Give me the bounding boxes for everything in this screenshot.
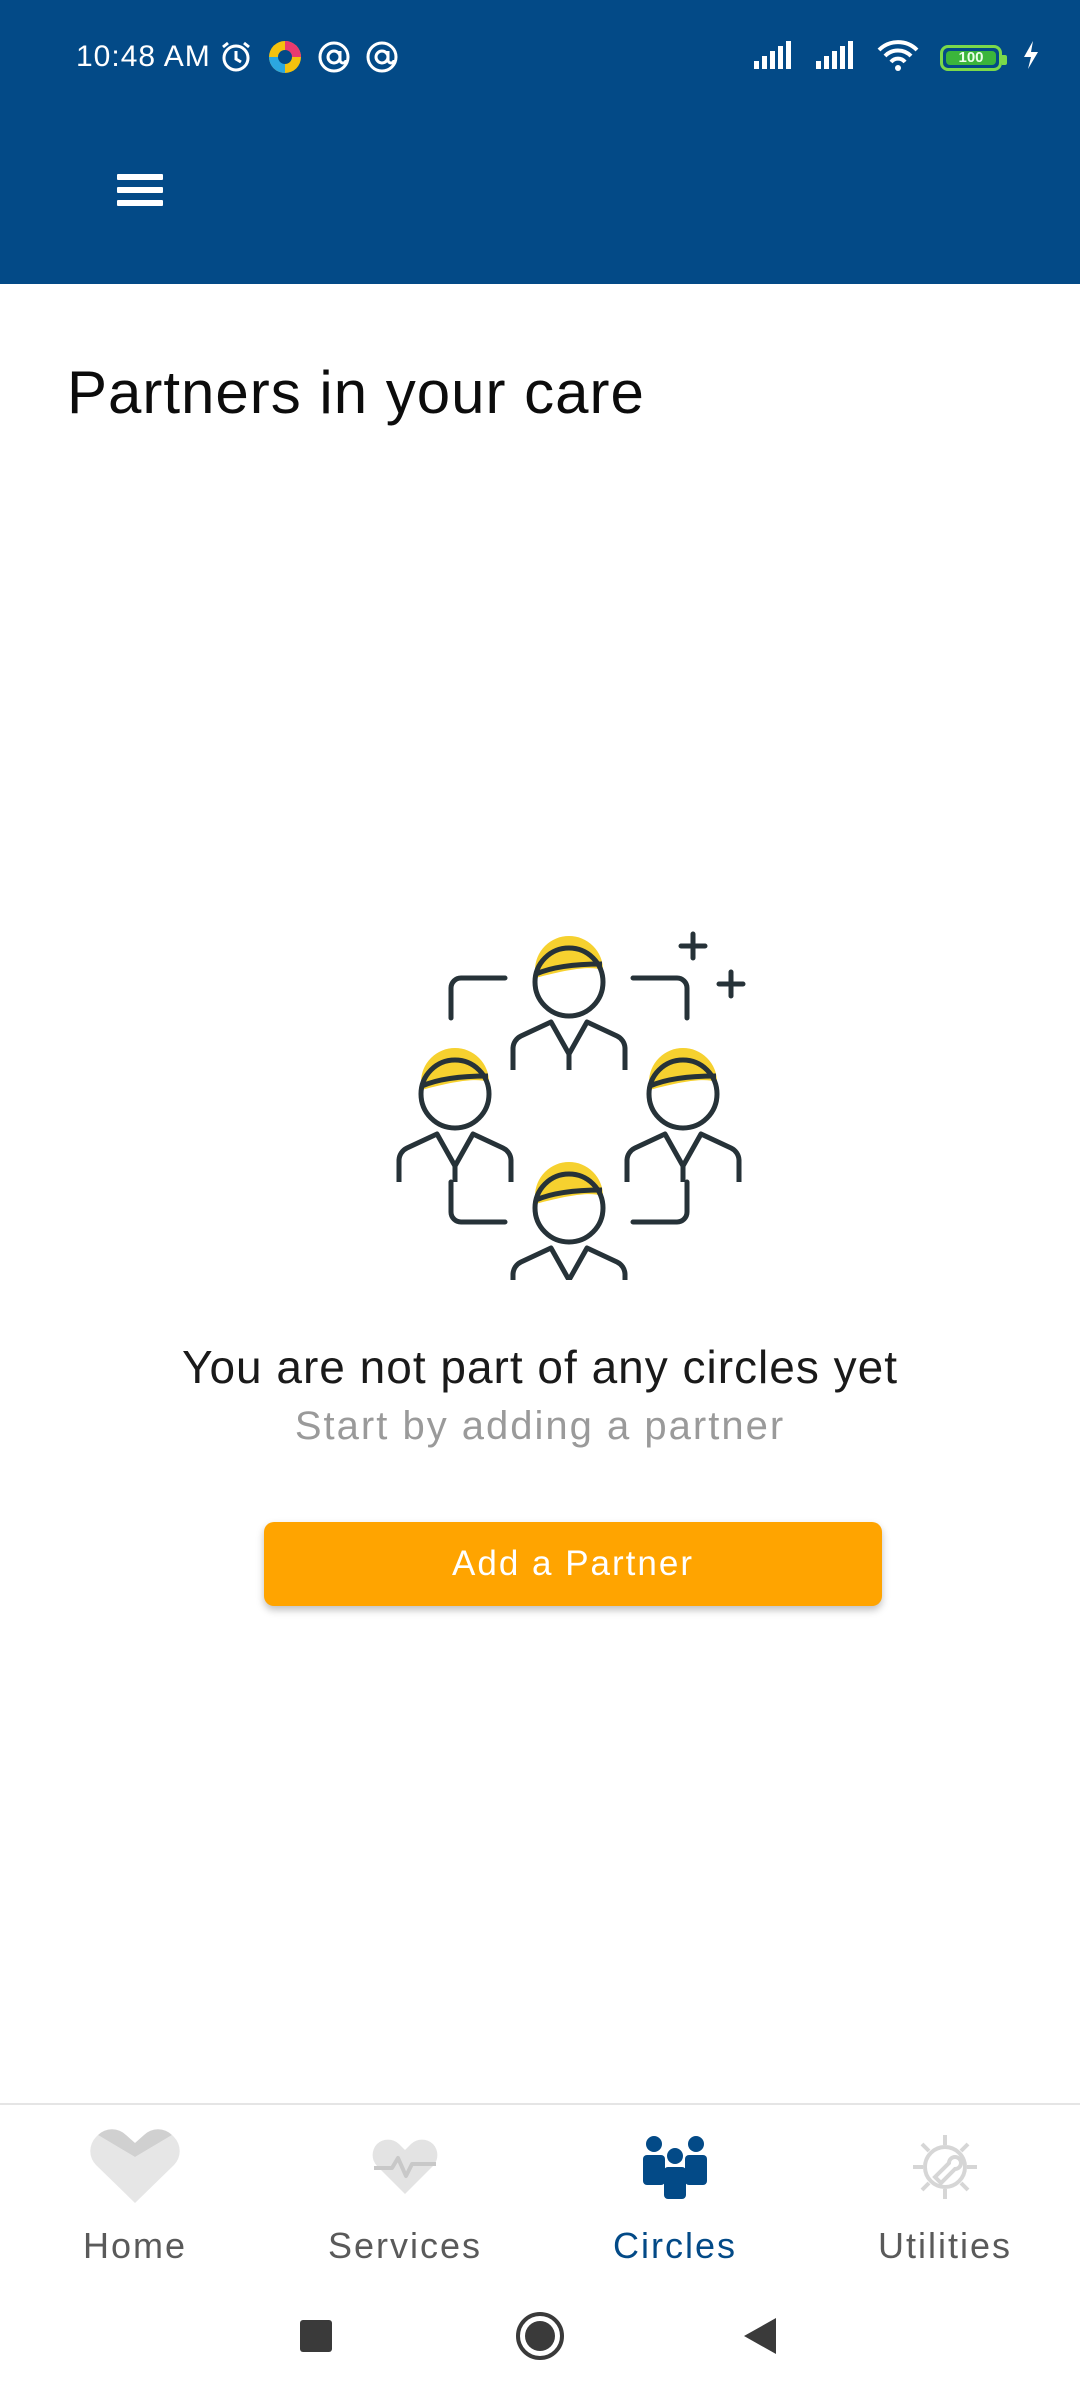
nav-item-circles[interactable]: Circles — [540, 2105, 810, 2270]
wifi-icon — [876, 38, 920, 77]
system-navigation-bar — [0, 2268, 1080, 2400]
charging-icon — [1022, 40, 1040, 75]
signal-icon — [814, 39, 856, 76]
status-system-icons: 100 — [752, 38, 1040, 77]
nav-label-home: Home — [82, 2225, 188, 2266]
nav-item-home[interactable]: Home — [0, 2105, 270, 2270]
empty-state-title: You are not part of any circles yet — [181, 1341, 898, 1393]
people-circle-illustration — [395, 920, 755, 1283]
empty-state-subtitle: Start by adding a partner — [294, 1404, 786, 1448]
alarm-icon — [218, 39, 254, 80]
nav-label-services: Services — [327, 2225, 483, 2266]
at-icon — [316, 39, 352, 80]
home-heart-icon — [90, 2127, 180, 2207]
add-partner-button[interactable]: Add a Partner — [264, 1522, 882, 1606]
app-bar: 10:48 AM 100 — [0, 0, 1080, 284]
app-circle-icon — [266, 38, 304, 81]
nav-item-services[interactable]: Services — [270, 2105, 540, 2270]
home-icon[interactable] — [510, 2306, 570, 2366]
battery-icon: 100 — [940, 44, 1007, 71]
page-title: Partners in your care — [67, 359, 645, 426]
at-icon — [364, 39, 400, 80]
status-notification-icons — [218, 38, 400, 81]
bottom-navigation: Home Services Circles Utilities — [0, 2103, 1080, 2270]
heartbeat-icon — [360, 2127, 450, 2207]
signal-icon — [752, 39, 794, 76]
back-icon[interactable] — [730, 2306, 790, 2366]
group-icon — [630, 2127, 720, 2207]
recents-icon[interactable] — [286, 2306, 346, 2366]
gear-wrench-icon — [900, 2127, 990, 2207]
status-bar: 10:48 AM 100 — [0, 0, 1080, 120]
hamburger-menu-icon[interactable] — [100, 150, 180, 230]
nav-label-utilities: Utilities — [877, 2225, 1012, 2266]
nav-item-utilities[interactable]: Utilities — [810, 2105, 1080, 2270]
battery-level: 100 — [958, 49, 984, 66]
nav-label-circles: Circles — [612, 2225, 737, 2266]
status-time: 10:48 AM — [76, 40, 211, 73]
